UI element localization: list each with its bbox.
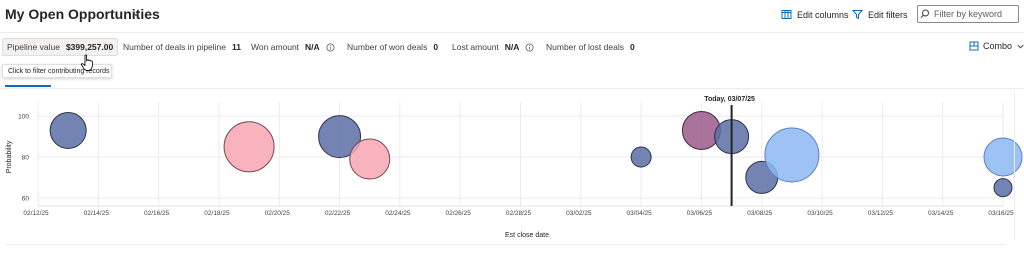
x-tick-label: 03/04/25 bbox=[626, 210, 652, 217]
chart-type-selector[interactable]: Combo bbox=[969, 41, 1024, 51]
x-tick-label: 03/08/25 bbox=[747, 210, 773, 217]
chart-right-border bbox=[1014, 92, 1015, 240]
bubble-chart: 60 80 100 02/12/25 02/14/25 02/16/25 02/18/25… bbox=[6, 96, 1023, 239]
command-bar: My Open Opportunities Edit columns Edit … bbox=[0, 0, 1024, 32]
y-tick-label: 60 bbox=[22, 195, 30, 202]
x-tick-label: 02/12/25 bbox=[23, 210, 49, 217]
bubble-point[interactable] bbox=[630, 146, 652, 168]
info-icon[interactable] bbox=[326, 42, 335, 52]
x-tick-label: 03/16/25 bbox=[988, 210, 1014, 217]
chart-layout-icon bbox=[969, 41, 979, 51]
bubble-point[interactable] bbox=[993, 178, 1013, 198]
metric-won-amount[interactable]: Won amount N/A bbox=[251, 38, 335, 56]
x-tick-label: 02/28/25 bbox=[506, 210, 532, 217]
x-tick-label: 03/06/25 bbox=[687, 210, 713, 217]
metric-label: Pipeline value bbox=[7, 42, 60, 52]
bubble-point[interactable] bbox=[983, 137, 1023, 177]
filter-icon bbox=[852, 10, 863, 20]
header-divider bbox=[0, 32, 1024, 33]
x-tick-label: 02/24/25 bbox=[385, 210, 411, 217]
bubble-point[interactable] bbox=[223, 121, 275, 173]
x-tick-label: 02/14/25 bbox=[84, 210, 110, 217]
metric-lost-amount[interactable]: Lost amount N/A bbox=[452, 38, 534, 56]
x-tick-label: 03/14/25 bbox=[928, 210, 954, 217]
today-label: Today, 03/07/25 bbox=[704, 96, 755, 103]
bubble-series bbox=[49, 110, 1023, 198]
chevron-down-icon[interactable] bbox=[131, 9, 141, 19]
x-tick-label: 03/02/25 bbox=[566, 210, 592, 217]
x-tick-label: 03/12/25 bbox=[868, 210, 894, 217]
metric-label: Lost amount bbox=[452, 42, 499, 52]
y-tick-label: 100 bbox=[18, 114, 29, 121]
metric-label: Number of won deals bbox=[347, 42, 428, 52]
chevron-down-icon bbox=[1017, 44, 1024, 49]
edit-columns-label: Edit columns bbox=[797, 9, 849, 20]
metric-value: $399,257.00 bbox=[65, 42, 114, 52]
metric-won-deals[interactable]: Number of won deals 0 bbox=[347, 38, 438, 56]
columns-icon bbox=[781, 10, 792, 19]
bubble-point[interactable] bbox=[764, 127, 820, 183]
edit-columns-button[interactable]: Edit columns bbox=[781, 9, 849, 20]
metric-label: Number of lost deals bbox=[546, 42, 624, 52]
y-axis-ticks: 60 80 100 bbox=[18, 114, 29, 203]
metric-value: 0 bbox=[629, 42, 635, 52]
metric-value: N/A bbox=[305, 42, 320, 52]
hand-cursor-icon bbox=[80, 54, 93, 71]
x-tick-label: 02/18/25 bbox=[204, 210, 230, 217]
x-tick-label: 02/22/25 bbox=[325, 210, 351, 217]
metric-lost-deals[interactable]: Number of lost deals 0 bbox=[546, 38, 635, 56]
edit-filters-button[interactable]: Edit filters bbox=[852, 9, 908, 20]
metric-value: 0 bbox=[433, 42, 439, 52]
metric-label: Number of deals in pipeline bbox=[123, 42, 227, 52]
metric-pipeline-value[interactable]: Pipeline value $399,257.00 bbox=[2, 38, 119, 56]
filter-search-input[interactable] bbox=[932, 9, 1014, 19]
search-icon bbox=[920, 9, 929, 18]
x-axis-ticks: 02/12/25 02/14/25 02/16/25 02/18/25 02/20/25… bbox=[23, 210, 1014, 217]
bubble-point[interactable] bbox=[681, 110, 721, 150]
y-tick-label: 80 bbox=[22, 155, 30, 162]
active-tab-indicator bbox=[5, 85, 51, 87]
metric-deals-in-pipeline[interactable]: Number of deals in pipeline 11 bbox=[123, 38, 241, 56]
metrics-bar: Pipeline value $399,257.00 Number of dea… bbox=[0, 38, 960, 56]
x-tick-label: 03/10/25 bbox=[807, 210, 833, 217]
x-tick-label: 02/16/25 bbox=[144, 210, 170, 217]
chart-type-label: Combo bbox=[983, 41, 1013, 51]
x-tick-label: 02/20/25 bbox=[265, 210, 291, 217]
chart-divider bbox=[0, 88, 1024, 89]
x-tick-label: 02/26/25 bbox=[446, 210, 472, 217]
metric-value: N/A bbox=[504, 42, 520, 52]
chart-grid bbox=[37, 102, 1004, 207]
info-icon[interactable] bbox=[525, 42, 534, 52]
y-axis-title: Probability bbox=[6, 140, 13, 173]
metric-label: Won amount bbox=[251, 42, 300, 52]
bubble-point[interactable] bbox=[49, 111, 87, 149]
metric-tooltip: Click to filter contributing records bbox=[2, 64, 112, 78]
metric-value: 11 bbox=[232, 42, 242, 52]
edit-filters-label: Edit filters bbox=[868, 9, 908, 20]
footer-divider bbox=[5, 244, 1005, 245]
bubble-point[interactable] bbox=[349, 138, 391, 180]
filter-search-box[interactable] bbox=[917, 5, 1019, 23]
x-axis-title: Est close date bbox=[505, 232, 549, 239]
